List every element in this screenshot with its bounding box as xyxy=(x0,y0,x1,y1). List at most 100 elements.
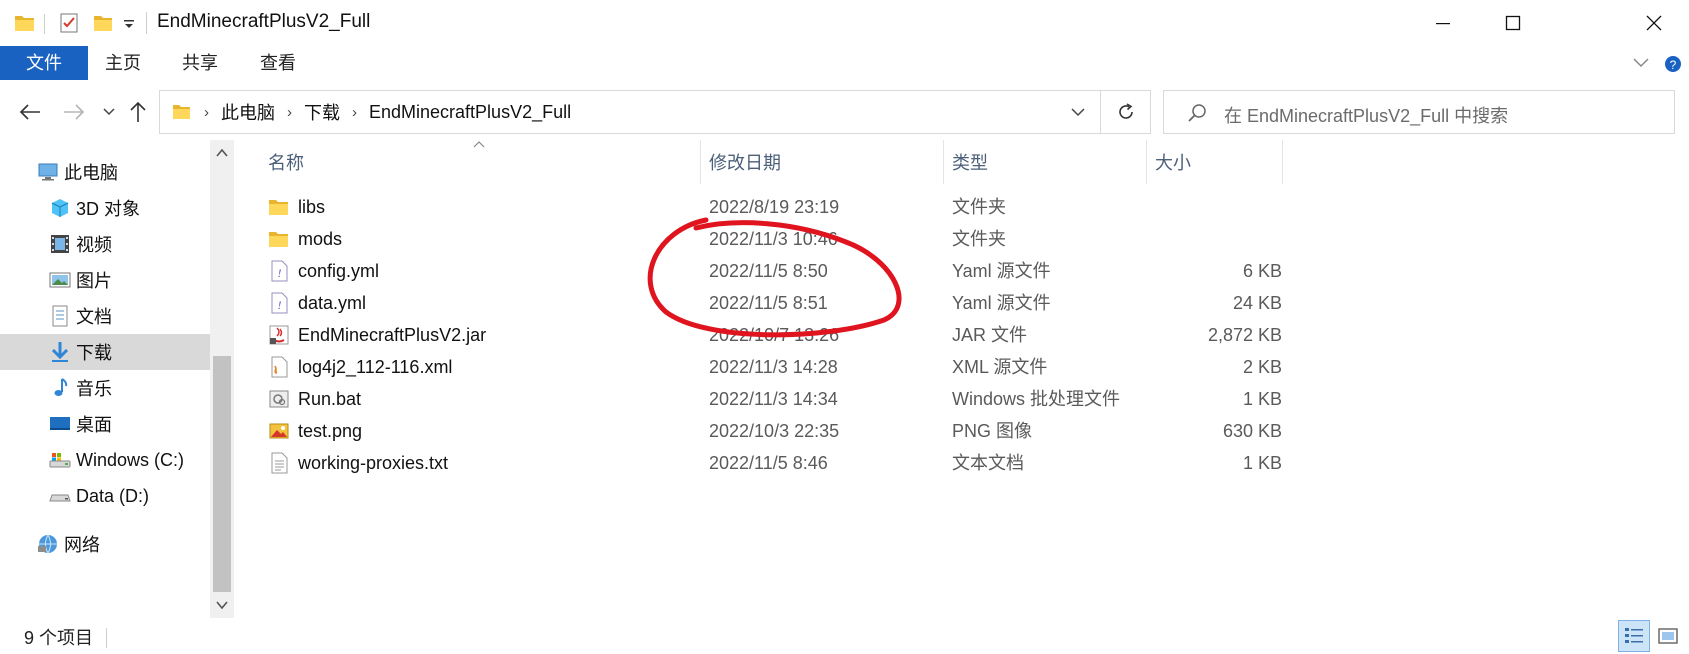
tab-view[interactable]: 查看 xyxy=(242,46,314,80)
sidebar-item-label: 视频 xyxy=(76,235,112,255)
file-type: XML 源文件 xyxy=(952,357,1048,377)
search-placeholder[interactable]: 在 EndMinecraftPlusV2_Full 中搜索 xyxy=(1224,102,1508,128)
file-size: 2,872 KB xyxy=(1207,325,1282,345)
folder-icon xyxy=(173,105,190,119)
forward-arrow-icon[interactable] xyxy=(62,102,86,122)
svg-text:!: ! xyxy=(278,298,282,312)
sidebar-item-drive-c[interactable]: Windows (C:) xyxy=(0,442,210,478)
sidebar-scrollbar[interactable] xyxy=(210,140,234,618)
file-row[interactable]: log4j2_112-116.xml 2022/11/3 14:28 XML 源… xyxy=(262,351,1282,383)
column-divider[interactable] xyxy=(943,140,944,184)
file-size: 6 KB xyxy=(1242,261,1282,281)
red-annotation-circle xyxy=(647,217,902,338)
back-arrow-icon[interactable] xyxy=(18,102,42,122)
file-name: config.yml xyxy=(298,261,380,281)
close-icon xyxy=(1646,15,1662,31)
customize-toolbar-icon[interactable] xyxy=(122,12,136,34)
file-row[interactable]: working-proxies.txt 2022/11/5 8:46 文本文档 … xyxy=(262,447,1282,479)
up-arrow-icon[interactable] xyxy=(128,100,148,124)
column-divider[interactable] xyxy=(1146,140,1147,184)
refresh-button[interactable] xyxy=(1101,90,1151,134)
batch-file-icon xyxy=(269,390,289,408)
sidebar-item-music[interactable]: 音乐 xyxy=(0,370,210,406)
status-item-count: 9 个项目 xyxy=(24,628,94,648)
tab-view-label: 查看 xyxy=(260,53,296,73)
breadcrumb-current-folder[interactable]: EndMinecraftPlusV2_Full xyxy=(369,102,571,123)
address-bar[interactable]: › 此电脑 › 下载 › EndMinecraftPlusV2_Full xyxy=(159,90,1101,134)
window-title: EndMinecraftPlusV2_Full xyxy=(157,11,371,32)
sidebar-item-videos[interactable]: 视频 xyxy=(0,226,210,262)
breadcrumb-chevron-icon[interactable]: › xyxy=(204,104,209,121)
search-box[interactable]: 在 EndMinecraftPlusV2_Full 中搜索 xyxy=(1163,90,1675,134)
file-type: JAR 文件 xyxy=(952,325,1028,345)
drive-c-icon xyxy=(49,453,71,468)
column-header-date[interactable]: 修改日期 xyxy=(709,146,781,180)
breadcrumb: › 此电脑 › 下载 › EndMinecraftPlusV2_Full xyxy=(172,91,571,133)
help-icon[interactable]: ? xyxy=(1664,54,1682,74)
sidebar-item-drive-d[interactable]: Data (D:) xyxy=(0,478,210,514)
column-divider[interactable] xyxy=(700,140,701,184)
sidebar-item-label: 3D 对象 xyxy=(76,199,141,219)
sidebar-item-desktop[interactable]: 桌面 xyxy=(0,406,210,442)
file-type: Windows 批处理文件 xyxy=(952,389,1121,409)
sidebar-item-downloads[interactable]: 下载 xyxy=(0,334,210,370)
java-jar-icon xyxy=(269,325,289,345)
file-size: 2 KB xyxy=(1242,357,1282,377)
svg-text:!: ! xyxy=(278,266,282,280)
3d-objects-icon xyxy=(51,199,69,217)
breadcrumb-downloads[interactable]: 下载 xyxy=(304,99,340,125)
pictures-icon xyxy=(49,272,71,288)
status-divider xyxy=(106,628,107,648)
new-folder-icon[interactable] xyxy=(92,12,114,34)
breadcrumb-chevron-icon[interactable]: › xyxy=(287,104,292,121)
file-name: Run.bat xyxy=(298,389,362,409)
breadcrumb-chevron-icon[interactable]: › xyxy=(352,104,357,121)
close-button[interactable] xyxy=(1619,0,1689,46)
search-icon xyxy=(1188,104,1206,122)
large-icons-view-icon xyxy=(1658,628,1678,644)
tab-file-label: 文件 xyxy=(26,53,62,73)
scroll-up-icon[interactable] xyxy=(216,148,228,158)
maximize-button[interactable] xyxy=(1478,0,1548,46)
column-divider[interactable] xyxy=(1282,140,1283,184)
sidebar-item-pictures[interactable]: 图片 xyxy=(0,262,210,298)
scrollbar-thumb[interactable] xyxy=(213,356,231,592)
file-date: 2022/11/5 8:46 xyxy=(709,453,828,473)
maximize-icon xyxy=(1505,15,1521,31)
sidebar-item-label: 此电脑 xyxy=(64,163,118,183)
tab-home[interactable]: 主页 xyxy=(88,46,158,80)
computer-icon xyxy=(38,163,58,181)
file-name: mods xyxy=(298,229,343,249)
file-date: 2022/11/3 14:28 xyxy=(709,357,838,377)
scroll-down-icon[interactable] xyxy=(216,600,228,610)
svg-text:?: ? xyxy=(1670,58,1677,72)
sidebar-item-network[interactable]: 网络 xyxy=(0,526,210,562)
recent-locations-chevron-icon[interactable] xyxy=(102,106,116,118)
sidebar-item-label: 网络 xyxy=(64,535,100,555)
tab-share[interactable]: 共享 xyxy=(164,46,236,80)
file-name: log4j2_112-116.xml xyxy=(298,357,453,377)
tab-share-label: 共享 xyxy=(182,53,218,73)
folder-icon xyxy=(269,232,288,247)
file-type: PNG 图像 xyxy=(952,421,1033,441)
sidebar-item-this-pc[interactable]: 此电脑 xyxy=(0,154,210,190)
minimize-button[interactable] xyxy=(1408,0,1478,46)
file-name: data.yml xyxy=(298,293,367,313)
sidebar-item-documents[interactable]: 文档 xyxy=(0,298,210,334)
column-header-size[interactable]: 大小 xyxy=(1155,146,1191,180)
column-header-type[interactable]: 类型 xyxy=(952,146,988,180)
sidebar-item-3d-objects[interactable]: 3D 对象 xyxy=(0,190,210,226)
file-name: EndMinecraftPlusV2.jar xyxy=(298,325,487,345)
large-icons-view-button[interactable] xyxy=(1652,620,1684,652)
file-row[interactable]: test.png 2022/10/3 22:35 PNG 图像 630 KB xyxy=(262,415,1282,447)
address-dropdown-icon[interactable] xyxy=(1070,106,1086,118)
details-view-button[interactable] xyxy=(1618,620,1650,652)
properties-icon[interactable] xyxy=(58,12,80,34)
chevron-down-icon[interactable] xyxy=(1632,56,1650,70)
documents-icon xyxy=(52,305,68,327)
tab-file[interactable]: 文件 xyxy=(0,46,88,80)
column-header-name[interactable]: 名称 xyxy=(268,146,304,180)
minimize-icon xyxy=(1436,23,1450,25)
breadcrumb-this-pc[interactable]: 此电脑 xyxy=(221,99,275,125)
file-row[interactable]: Run.bat 2022/11/3 14:34 Windows 批处理文件 1 … xyxy=(262,383,1282,415)
